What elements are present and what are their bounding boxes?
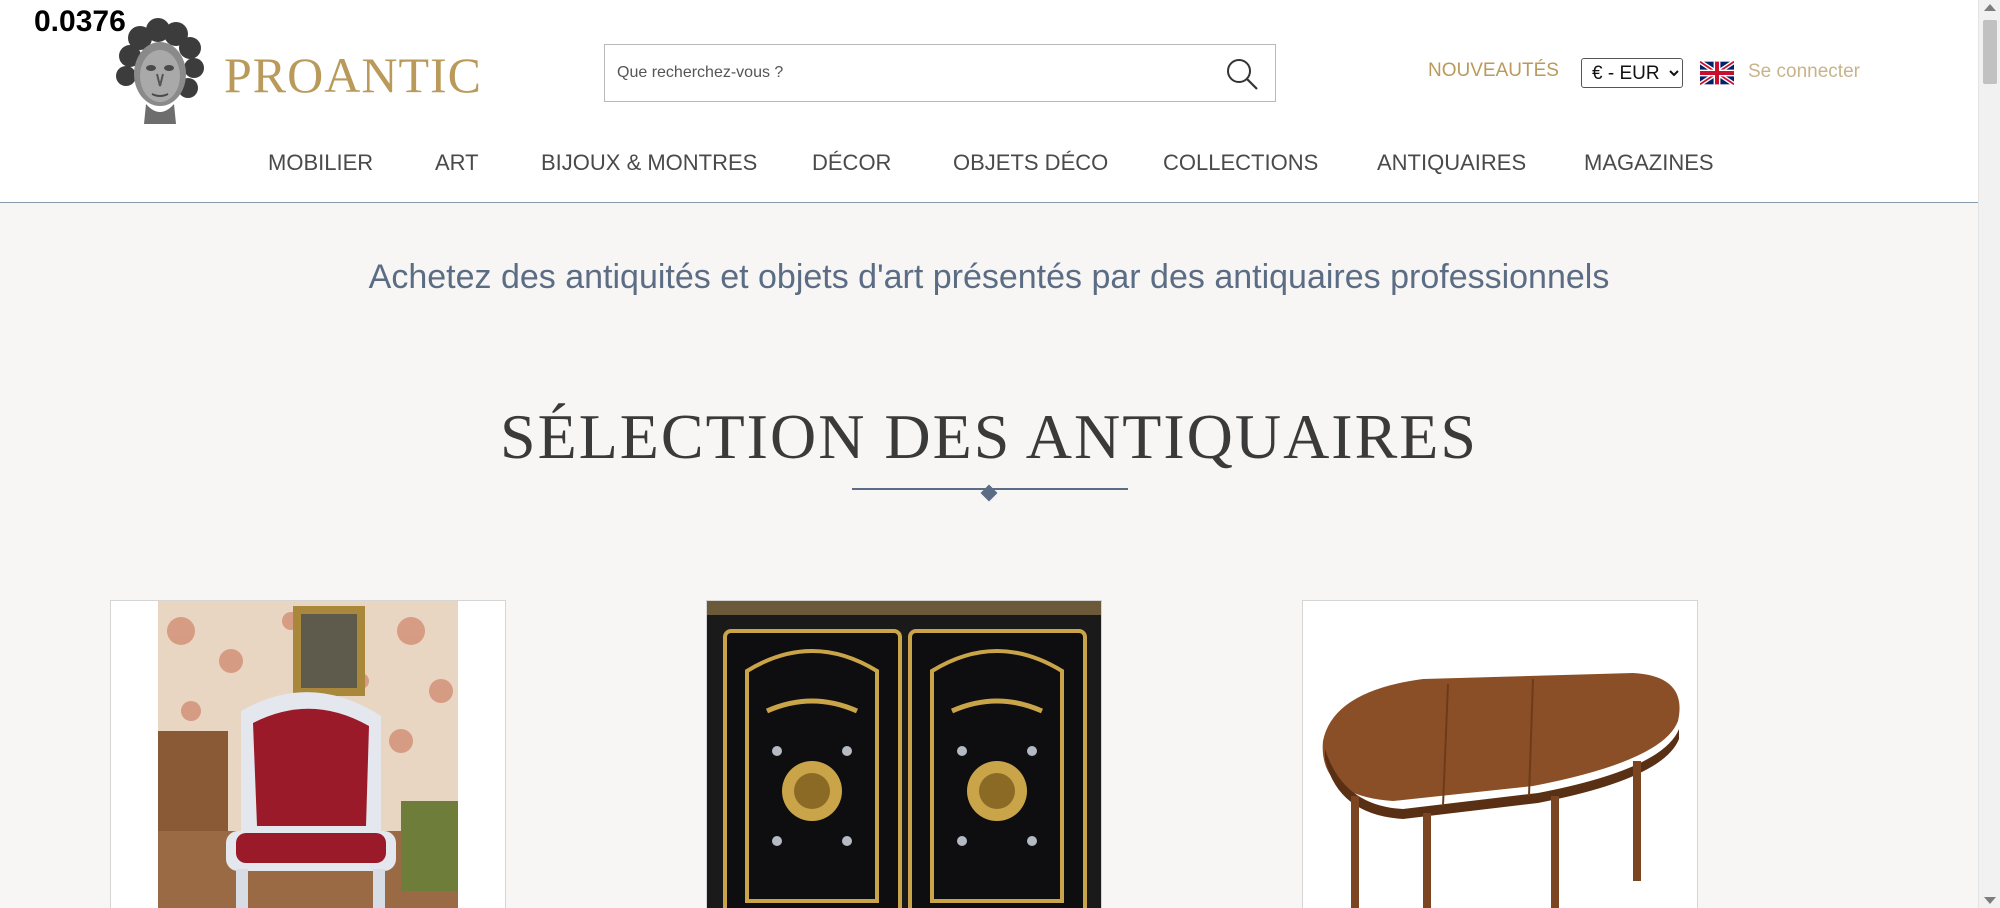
nav-item-decor[interactable]: DÉCOR	[812, 150, 891, 176]
nouveautes-link[interactable]: NOUVEAUTÉS	[1428, 60, 1559, 82]
armchair-image[interactable]	[111, 601, 506, 908]
scroll-up-icon[interactable]	[1984, 4, 1996, 11]
currency-select[interactable]: € - EUR	[1581, 58, 1683, 88]
login-link[interactable]: Se connecter	[1748, 61, 1860, 83]
search-input[interactable]	[605, 45, 1205, 101]
main-nav: MOBILIER ART BIJOUX & MONTRES DÉCOR OBJE…	[0, 140, 1978, 188]
product-card-table[interactable]	[1302, 600, 1698, 908]
product-card-armchair[interactable]	[110, 600, 506, 908]
scroll-thumb[interactable]	[1983, 20, 1997, 84]
table-image[interactable]	[1303, 601, 1698, 908]
nav-item-art[interactable]: ART	[435, 150, 479, 176]
site-header: PROANTIC NOUVEAUTÉS € - EUR Se connecter…	[0, 0, 1978, 203]
scroll-down-icon[interactable]	[1984, 897, 1996, 904]
page: 0.0376 PROANTIC NOUVEAUTÉS	[0, 0, 1978, 908]
product-card-cabinet[interactable]	[706, 600, 1102, 908]
page-scrollbar[interactable]	[1978, 0, 2000, 908]
section-title: SÉLECTION DES ANTIQUAIRES	[500, 401, 1478, 472]
nav-item-mobilier[interactable]: MOBILIER	[268, 150, 373, 176]
nav-item-bijoux-montres[interactable]: BIJOUX & MONTRES	[541, 150, 757, 176]
corner-value: 0.0376	[34, 5, 126, 38]
nav-item-antiquaires[interactable]: ANTIQUAIRES	[1377, 150, 1526, 176]
nav-item-objets-deco[interactable]: OBJETS DÉCO	[953, 150, 1108, 176]
tagline: Achetez des antiquités et objets d'art p…	[368, 258, 1610, 296]
search-icon[interactable]	[1225, 57, 1259, 91]
nav-item-collections[interactable]: COLLECTIONS	[1163, 150, 1318, 176]
cabinet-image[interactable]	[707, 601, 1102, 908]
uk-flag-icon[interactable]	[1700, 61, 1734, 85]
search-box	[604, 44, 1276, 102]
nav-item-magazines[interactable]: MAGAZINES	[1584, 150, 1714, 176]
brand-name[interactable]: PROANTIC	[224, 46, 482, 104]
